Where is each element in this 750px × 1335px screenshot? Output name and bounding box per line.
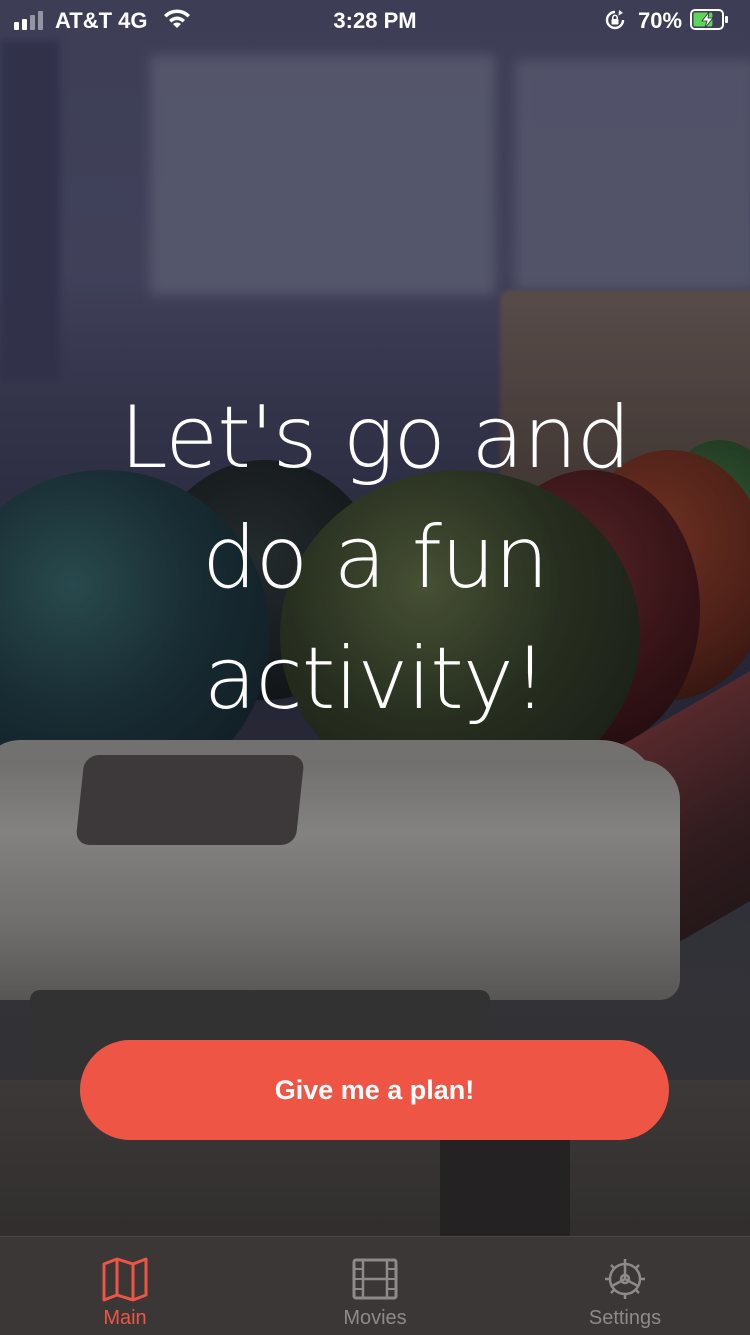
headline-line: do a fun [202, 508, 549, 609]
headline-line: activity! [203, 628, 547, 729]
film-icon [350, 1255, 400, 1303]
give-plan-button[interactable]: Give me a plan! [80, 1040, 669, 1140]
status-bar: AT&T 4G 3:28 PM 70% [0, 0, 750, 40]
tab-settings[interactable]: Settings [500, 1237, 750, 1335]
tab-bar: Main Movies Settings [0, 1236, 750, 1335]
tab-main[interactable]: Main [0, 1237, 250, 1335]
tab-movies[interactable]: Movies [250, 1237, 500, 1335]
map-icon [100, 1255, 150, 1303]
tab-label: Settings [588, 1307, 662, 1329]
battery-charging-icon [690, 9, 728, 30]
battery-percent: 70% [638, 8, 683, 33]
tab-label: Movies [343, 1307, 407, 1329]
gear-icon [600, 1255, 650, 1303]
orientation-lock-icon [604, 9, 626, 37]
headline: Let's go and do a fun activity! [100, 378, 650, 739]
headline-line: Let's go and [119, 388, 631, 488]
tab-label: Main [103, 1307, 147, 1329]
